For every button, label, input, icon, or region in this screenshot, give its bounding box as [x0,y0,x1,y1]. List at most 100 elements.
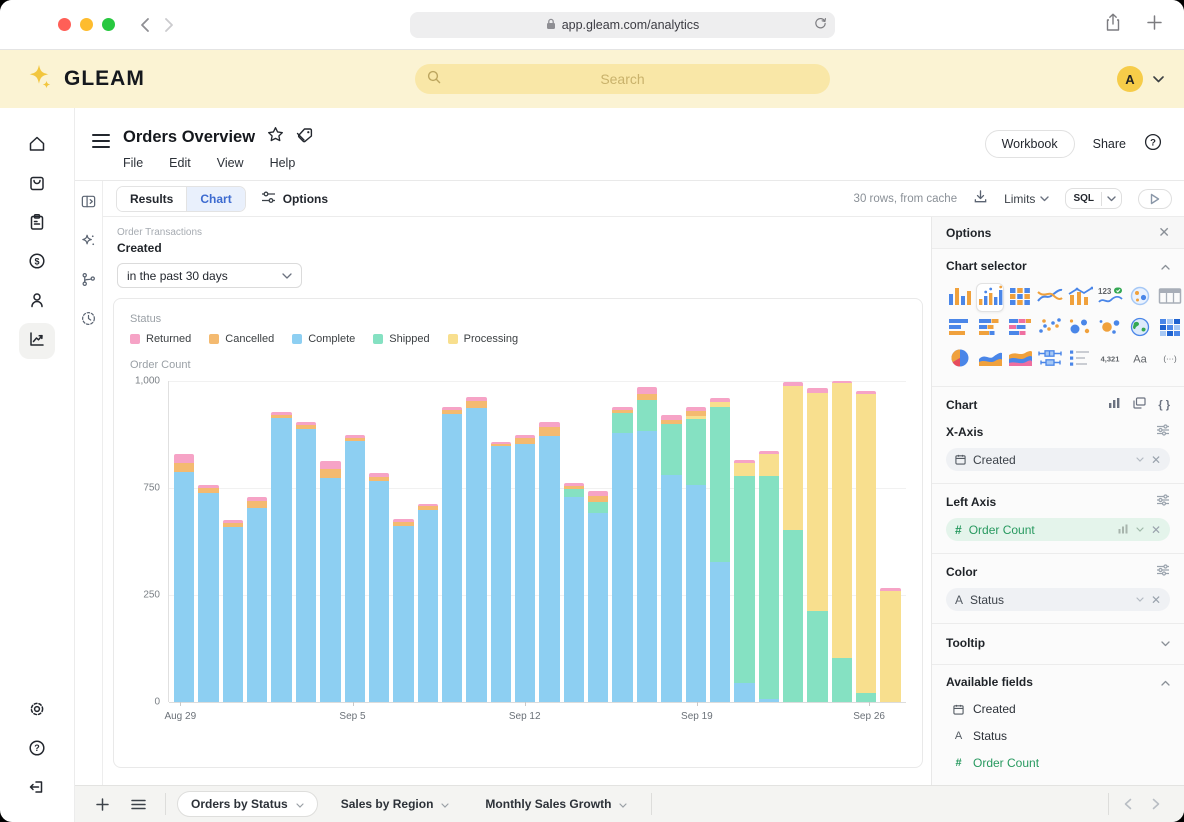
add-page-icon[interactable] [88,794,117,815]
share-button[interactable]: Share [1093,137,1126,151]
stacked-bar-sep-16[interactable] [612,381,632,702]
browser-forward-icon[interactable] [164,17,175,33]
chart-type-map-chart[interactable] [1126,314,1154,343]
sql-button[interactable]: SQL [1065,188,1122,209]
braces-icon[interactable]: { } [1158,399,1170,411]
chart-type-grouped-stacked-bar-chart[interactable] [1006,314,1034,343]
stacked-bar-sep-11[interactable] [491,381,511,702]
download-icon[interactable] [973,189,988,209]
menu-help[interactable]: Help [270,156,296,170]
stacked-bar-sep-1[interactable] [247,381,267,702]
close-icon[interactable]: ✕ [1158,224,1170,241]
tab-chart[interactable]: Chart [186,187,244,211]
page-tab-monthly-sales-growth[interactable]: Monthly Sales Growth [472,792,640,816]
sidebar-item-customers[interactable] [19,284,55,320]
color-settings-icon[interactable] [1156,564,1170,579]
available-field-status[interactable]: AStatus [952,729,1170,743]
remove-field-icon[interactable]: ✕ [1151,453,1161,467]
stacked-bar-sep-20[interactable] [710,381,730,702]
chart-type-line-chart[interactable] [1036,283,1064,312]
chart-type-stacked-bar-chart[interactable] [976,314,1004,343]
sidebar-item-settings[interactable] [19,693,55,729]
color-field-pill[interactable]: A Status ✕ [946,588,1170,611]
sidebar-item-inventory[interactable] [19,206,55,242]
legend-item-processing[interactable]: Processing [448,333,518,345]
menu-file[interactable]: File [123,156,143,170]
branch-icon[interactable] [80,271,97,293]
window-icon[interactable] [1133,397,1146,412]
favorite-star-icon[interactable] [267,126,284,148]
menu-view[interactable]: View [217,156,244,170]
stacked-bar-sep-21[interactable] [734,381,754,702]
left-axis-field-pill[interactable]: # Order Count ✕ [946,518,1170,541]
stacked-bar-sep-14[interactable] [564,381,584,702]
stacked-bar-aug-30[interactable] [198,381,218,702]
zoom-window-button[interactable] [102,18,115,31]
minimize-window-button[interactable] [80,18,93,31]
legend-item-returned[interactable]: Returned [130,333,191,345]
page-tab-orders-by-status[interactable]: Orders by Status [177,791,318,817]
chart-type-text-element[interactable]: Aa [1126,345,1154,374]
chart-type-bar-chart[interactable] [946,314,974,343]
chart-type-table[interactable] [1156,283,1184,312]
tag-icon[interactable] [296,127,314,148]
history-icon[interactable] [80,310,97,332]
stacked-bar-sep-10[interactable] [466,381,486,702]
chart-type-bubble-chart[interactable] [1066,314,1094,343]
address-bar[interactable]: app.gleam.com/analytics [410,12,835,38]
chart-type-column-chart[interactable] [946,283,974,312]
tab-chevron-down-icon[interactable] [619,797,627,811]
chart-type-bubble-chart-2[interactable] [1096,314,1124,343]
browser-back-icon[interactable] [139,17,150,33]
chart-selector-header[interactable]: Chart selector [946,259,1170,273]
workbook-button[interactable]: Workbook [985,130,1075,158]
prev-page-icon[interactable] [1114,794,1142,814]
global-search[interactable] [415,64,830,94]
chart-type-kpi-chart[interactable]: 123 [1096,283,1124,312]
stacked-bar-sep-2[interactable] [271,381,291,702]
stacked-bar-sep-8[interactable] [418,381,438,702]
chart-type-number-kpi[interactable]: 4,321 [1096,345,1124,374]
chart-type-list-chart[interactable] [1066,345,1094,374]
hamburger-menu-icon[interactable] [92,134,110,148]
chart-type-stacked-area-chart[interactable] [1006,345,1034,374]
chart-type-geo-bubble-chart[interactable] [1126,283,1154,312]
stacked-bar-sep-3[interactable] [296,381,316,702]
reload-icon[interactable] [814,17,827,33]
x-axis-field-pill[interactable]: Created ✕ [946,448,1170,471]
page-tab-sales-by-region[interactable]: Sales by Region [328,792,463,816]
chart-type-stacked-column-chart[interactable] [1006,283,1034,312]
available-field-order-count[interactable]: #Order Count [952,756,1170,770]
stacked-bar-sep-17[interactable] [637,381,657,702]
stacked-bar-sep-7[interactable] [393,381,413,702]
sidebar-item-orders[interactable] [19,167,55,203]
sidebar-item-analytics[interactable] [19,323,55,359]
chevron-down-icon[interactable] [1136,457,1144,462]
brand[interactable]: GLEAM [24,62,145,97]
limits-dropdown[interactable]: Limits [1004,192,1049,206]
chart-type-scatter-plot[interactable] [1036,314,1064,343]
next-page-icon[interactable] [1142,794,1170,814]
sidebar-item-help[interactable]: ? [19,732,55,768]
page-list-icon[interactable] [123,795,154,814]
tab-chevron-down-icon[interactable] [296,797,304,811]
chart-type-column-line-chart[interactable] [976,283,1004,312]
account-chevron-down-icon[interactable] [1153,70,1164,88]
stacked-bar-sep-5[interactable] [345,381,365,702]
search-input[interactable] [441,71,804,87]
available-fields-header[interactable]: Available fields [946,675,1170,689]
help-icon[interactable]: ? [1144,133,1162,156]
stacked-bar-sep-24[interactable] [807,381,827,702]
chart-type-box-plot[interactable] [1036,345,1064,374]
sidebar-item-finance[interactable]: $ [19,245,55,281]
chart-type-pie-chart[interactable] [946,345,974,374]
stacked-bar-sep-12[interactable] [515,381,535,702]
chevron-down-icon[interactable] [1136,527,1144,532]
chart-type-heatmap[interactable] [1156,314,1184,343]
stacked-bar-sep-19[interactable] [686,381,706,702]
tooltip-header[interactable]: Tooltip [946,636,1170,650]
tab-results[interactable]: Results [117,187,186,211]
remove-field-icon[interactable]: ✕ [1151,523,1161,537]
stacked-bar-sep-13[interactable] [539,381,559,702]
run-query-button[interactable] [1138,189,1172,209]
